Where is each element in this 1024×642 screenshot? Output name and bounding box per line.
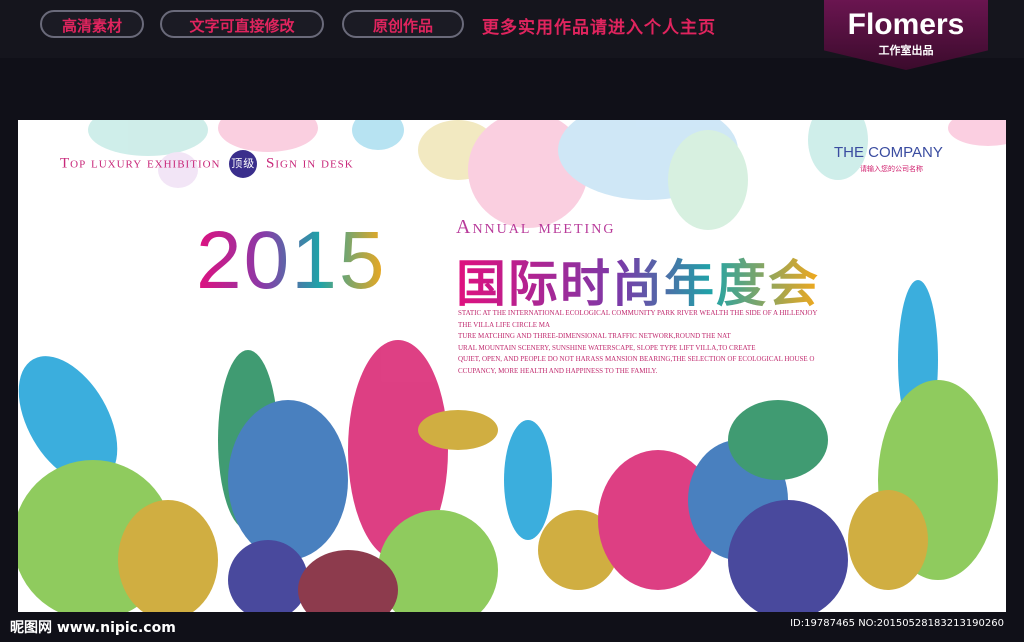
- image-id-text: ID:19787465 NO:20150528183213190260: [790, 618, 1004, 629]
- year-title: 2015: [196, 215, 387, 306]
- promo-link[interactable]: 更多实用作品请进入个人主页: [482, 13, 716, 38]
- paragraph-line: CCUPANCY, MORE HEALTH AND HAPPINESS TO T…: [458, 366, 658, 375]
- watermark-logo: 昵图网 www.nipic.com: [10, 620, 176, 636]
- paragraph-line: THE VILLA LIFE CIRCLE MA: [458, 320, 551, 329]
- top-left-tagline: Top luxury exhibition 顶级 Sign in desk: [60, 150, 354, 178]
- company-name: THE COMPANY: [834, 144, 943, 161]
- annual-meeting-label: Annual meeting: [456, 216, 616, 238]
- original-work-button[interactable]: 原创作品: [342, 10, 464, 38]
- top-badge: 顶级: [229, 150, 258, 178]
- chinese-title: 国际时尚年度会: [456, 244, 820, 316]
- description-paragraph: STATIC AT THE INTERNATIONAL ECOLOGICAL C…: [458, 308, 838, 377]
- brand-subtitle: 工作室出品: [878, 44, 934, 57]
- company-subtitle: 请输入您的公司名称: [860, 165, 923, 173]
- editable-text-button[interactable]: 文字可直接修改: [160, 10, 324, 38]
- hd-material-button[interactable]: 高清素材: [40, 10, 144, 38]
- brand-name: Flomers: [847, 8, 965, 41]
- paragraph-line: QUIET, OPEN, AND PEOPLE DO NOT HARASS MA…: [458, 355, 815, 363]
- banner-image: Top luxury exhibition 顶级 Sign in desk TH…: [18, 120, 1006, 612]
- brand-badge[interactable]: Flomers 工作室出品: [824, 0, 988, 70]
- paragraph-line: STATIC AT THE INTERNATIONAL ECOLOGICAL C…: [458, 309, 818, 317]
- tagline-part-2: Sign in desk: [266, 155, 354, 172]
- paragraph-line: URAL MOUNTAIN SCENERY, SUNSHINE WATERSCA…: [458, 343, 756, 352]
- paragraph-line: TURE MATCHING AND THREE-DIMENSIONAL TRAF…: [458, 332, 731, 340]
- tagline-part-1: Top luxury exhibition: [60, 155, 221, 172]
